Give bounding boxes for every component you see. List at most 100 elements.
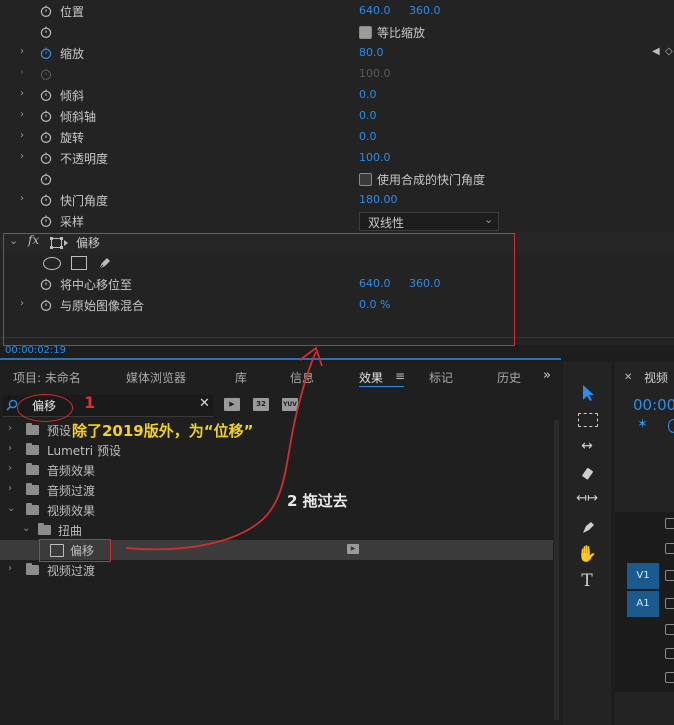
param-name: 快门角度 [60, 194, 109, 208]
stopwatch-icon[interactable] [40, 215, 52, 227]
param-row-shutter-angle: › 快门角度 180.00 [0, 190, 674, 211]
snap-icon[interactable]: ✶ [637, 417, 648, 432]
param-row-scale-width: › 100.0 [0, 64, 674, 85]
tree-label: Lumetri 预设 [47, 444, 121, 458]
chevron-right-icon[interactable]: › [20, 193, 30, 207]
pen-tool-icon[interactable] [580, 519, 596, 535]
chevron-right-icon[interactable]: › [8, 443, 12, 454]
lock-icon[interactable] [665, 598, 674, 609]
accelerated-effects-icon[interactable]: ▶ [224, 398, 240, 411]
lock-icon[interactable] [665, 624, 674, 635]
param-name: 缩放 [60, 47, 85, 61]
razor-tool-icon[interactable] [580, 466, 596, 482]
effects-scrollbar[interactable] [554, 420, 559, 720]
stopwatch-icon[interactable] [40, 26, 52, 38]
panel-menu-icon[interactable]: ≡ [395, 369, 405, 383]
chevron-right-icon[interactable]: › [20, 130, 30, 144]
yuv-effects-icon[interactable]: YUV [282, 398, 298, 411]
tree-item-video-transitions[interactable]: › 视频过渡 [0, 560, 553, 580]
chevron-down-icon[interactable]: ⌄ [7, 503, 15, 514]
lock-icon[interactable] [665, 570, 674, 581]
param-value: 100.0 [359, 67, 391, 80]
prev-keyframe-icon[interactable]: ◀ [652, 46, 660, 57]
tree-label: 音频效果 [47, 464, 96, 478]
chevron-right-icon[interactable]: › [8, 483, 12, 494]
lock-icon[interactable] [665, 672, 674, 683]
tabs-overflow-icon[interactable]: » [543, 368, 551, 383]
param-value[interactable]: 180.00 [359, 193, 398, 206]
tree-item-video-effects[interactable]: ⌄ 视频效果 [0, 500, 553, 520]
tab-effects[interactable]: 效果 [359, 369, 383, 386]
tree-item-lumetri-presets[interactable]: › Lumetri 预设 [0, 440, 553, 460]
keyframe-icon[interactable]: ◇ [665, 46, 673, 57]
folder-icon [26, 463, 39, 475]
annotation-note: 除了2019版外，为“位移” [72, 422, 254, 440]
tab-timeline[interactable]: 视频 [644, 369, 668, 386]
tree-item-distort[interactable]: ⌄ 扭曲 [0, 520, 553, 540]
linked-selection-icon[interactable] [668, 419, 674, 433]
lock-icon[interactable] [665, 518, 674, 529]
timeline-timecode[interactable]: 00:00 [633, 396, 674, 414]
folder-icon [38, 523, 51, 535]
tab-media-browser[interactable]: 媒体浏览器 [126, 369, 186, 386]
param-name: 位置 [60, 5, 85, 19]
chevron-right-icon[interactable]: › [20, 109, 30, 123]
stopwatch-icon[interactable] [40, 173, 52, 185]
param-value[interactable]: 80.0 [359, 46, 384, 59]
param-value[interactable]: 0.0 [359, 130, 377, 143]
stopwatch-icon-active[interactable] [40, 47, 52, 59]
type-tool-icon[interactable]: T [573, 571, 601, 591]
chevron-right-icon[interactable]: › [20, 151, 30, 165]
stopwatch-icon [40, 68, 52, 80]
annotation-ellipse-search [17, 394, 73, 422]
close-tab-icon[interactable]: ✕ [624, 372, 632, 383]
accelerated-badge-icon: ▶ [347, 544, 359, 554]
stopwatch-icon[interactable] [40, 110, 52, 122]
chevron-right-icon[interactable]: › [8, 463, 12, 474]
chevron-right-icon[interactable]: › [8, 563, 12, 574]
param-row-rotation: › 旋转 0.0 [0, 127, 674, 148]
uniform-scale-checkbox[interactable] [359, 26, 372, 39]
lock-icon[interactable] [665, 648, 674, 659]
stopwatch-icon[interactable] [40, 131, 52, 143]
param-value[interactable]: 100.0 [359, 151, 391, 164]
stopwatch-icon[interactable] [40, 194, 52, 206]
stopwatch-icon[interactable] [40, 89, 52, 101]
chevron-down-icon: ⌄ [484, 213, 494, 226]
sampling-select[interactable]: 双线性 ⌄ [359, 212, 499, 231]
tree-item-audio-transitions[interactable]: › 音频过渡 [0, 480, 553, 500]
chevron-right-icon[interactable]: › [20, 46, 30, 60]
lock-icon[interactable] [665, 543, 674, 554]
chevron-down-icon[interactable]: ⌄ [22, 523, 30, 534]
stopwatch-icon[interactable] [40, 5, 52, 17]
tree-label: 音频过渡 [47, 484, 96, 498]
tab-libraries[interactable]: 库 [235, 369, 247, 386]
param-value[interactable]: 0.0 [359, 109, 377, 122]
comp-shutter-checkbox[interactable] [359, 173, 372, 186]
annotation-box-effect [3, 233, 515, 346]
tab-history[interactable]: 历史 [497, 369, 523, 386]
track-select-tool-icon[interactable] [578, 413, 598, 427]
track-a1-toggle[interactable]: A1 [627, 591, 659, 617]
tab-project[interactable]: 项目: 未命名 [13, 369, 81, 386]
clear-search-icon[interactable]: ✕ [199, 396, 210, 411]
hand-tool-icon[interactable]: ✋ [573, 544, 601, 564]
selection-tool-icon[interactable] [580, 384, 596, 402]
param-name: 不透明度 [60, 152, 109, 166]
current-timecode[interactable]: 00:00:02:19 [5, 345, 66, 356]
tab-info[interactable]: 信息 [290, 369, 314, 386]
param-value-x[interactable]: 640.0 [359, 4, 391, 17]
32bit-effects-icon[interactable]: 32 [253, 398, 269, 411]
stopwatch-icon[interactable] [40, 152, 52, 164]
tab-markers[interactable]: 标记 [429, 369, 453, 386]
tree-item-audio-effects[interactable]: › 音频效果 [0, 460, 553, 480]
chevron-right-icon[interactable]: › [8, 423, 12, 434]
checkbox-label: 使用合成的快门角度 [377, 173, 486, 187]
ripple-edit-tool-icon[interactable]: ↔ [573, 438, 601, 458]
param-value[interactable]: 0.0 [359, 88, 377, 101]
track-v1-toggle[interactable]: V1 [627, 563, 659, 589]
chevron-right-icon[interactable]: › [20, 88, 30, 102]
param-row-skew-axis: › 倾斜轴 0.0 [0, 106, 674, 127]
param-value-y[interactable]: 360.0 [409, 4, 441, 17]
slip-tool-icon[interactable]: ↤↦ [573, 491, 601, 511]
